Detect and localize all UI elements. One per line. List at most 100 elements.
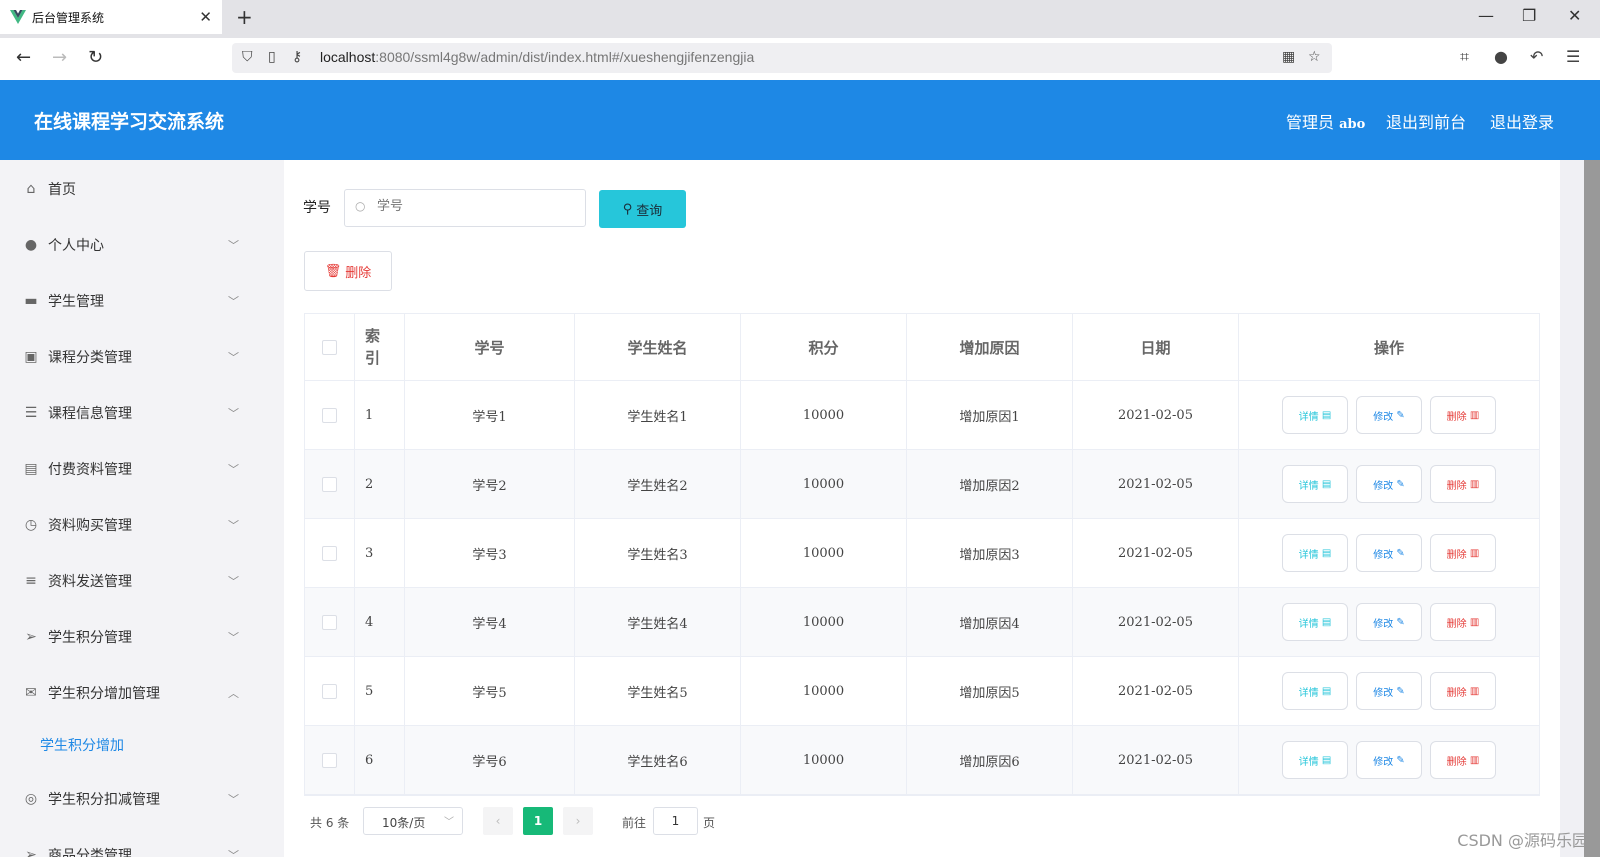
menu-icon[interactable]: ☰ [1566,47,1580,66]
cell-reason: 增加原因3 [907,519,1073,587]
goto-suffix: 页 [703,816,716,830]
sidebar-item-material-send[interactable]: ≡ 资料发送管理 ﹀ [0,556,284,606]
delete-label: 删除 [1446,687,1467,699]
header-student-no: 学号 [405,314,575,380]
table-header-row: 索引 学号 学生姓名 积分 增加原因 日期 操作 [305,314,1539,381]
edit-button[interactable]: 修改 ✎ [1356,603,1422,641]
browser-tab[interactable]: 后台管理系统 ✕ [0,0,222,34]
cell-student-no: 学号2 [405,450,575,518]
row-checkbox[interactable] [322,407,337,423]
row-checkbox-cell [305,381,355,449]
document-icon: ▤ [1321,616,1332,628]
sidebar-item-material-purchase[interactable]: ◷ 资料购买管理 ﹀ [0,500,284,550]
document-icon: ▤ [1321,478,1332,490]
page-size-select[interactable]: 10条/页 ﹀ [363,807,463,835]
next-page-button[interactable]: › [563,807,593,835]
cell-index: 1 [355,381,405,449]
detail-button[interactable]: 详情 ▤ [1282,534,1348,572]
target-icon: ◎ [24,791,38,807]
row-checkbox[interactable] [322,545,337,561]
reload-icon[interactable]: ↻ [88,47,103,68]
window-close-icon[interactable]: ✕ [1568,6,1581,25]
row-checkbox[interactable] [322,476,337,492]
detail-button[interactable]: 详情 ▤ [1282,672,1348,710]
row-delete-button[interactable]: 删除 ▥ [1430,672,1496,710]
scrollbar[interactable] [1584,160,1600,857]
pencil-icon: ✎ [1396,547,1405,559]
sidebar-item-student-points[interactable]: ➢ 学生积分管理 ﹀ [0,612,284,662]
forward-icon[interactable]: → [52,47,67,68]
cell-student-no: 学号3 [405,519,575,587]
sidebar-subitem-points-increase[interactable]: 学生积分增加 [40,735,124,755]
data-table: 索引 学号 学生姓名 积分 增加原因 日期 操作 1 学号1 学生姓名1 100… [304,313,1540,796]
detail-button[interactable]: 详情 ▤ [1282,465,1348,503]
detail-button[interactable]: 详情 ▤ [1282,741,1348,779]
row-delete-button[interactable]: 删除 ▥ [1430,396,1496,434]
edit-button[interactable]: 修改 ✎ [1356,741,1422,779]
row-checkbox-cell [305,519,355,587]
row-checkbox[interactable] [322,683,337,699]
edit-button[interactable]: 修改 ✎ [1356,672,1422,710]
search-button[interactable]: ⚲ 查询 [599,190,686,228]
sidebar-item-paid-materials[interactable]: ▤ 付费资料管理 ﹀ [0,444,284,494]
row-delete-button[interactable]: 删除 ▥ [1430,741,1496,779]
sidebar-item-course-info[interactable]: ☰ 课程信息管理 ﹀ [0,388,284,438]
delete-label: 删除 [1446,411,1467,423]
document-icon: ▤ [1321,409,1332,421]
cell-student-no: 学号4 [405,588,575,656]
minimize-icon[interactable]: — [1478,6,1494,25]
pagination-total: 共 6 条 [310,816,350,830]
edit-button[interactable]: 修改 ✎ [1356,396,1422,434]
page-number-button[interactable]: 1 [523,807,553,835]
sidebar-item-points-increase[interactable]: ✉ 学生积分增加管理 ︿ [0,668,284,718]
row-delete-button[interactable]: 删除 ▥ [1430,603,1496,641]
cell-date: 2021-02-05 [1073,726,1239,794]
detail-label: 详情 [1298,549,1319,561]
crop-icon[interactable]: ⌗ [1460,47,1469,67]
new-tab-icon[interactable]: + [236,5,253,29]
cell-student-name: 学生姓名4 [575,588,741,656]
row-delete-button[interactable]: 删除 ▥ [1430,534,1496,572]
chat-icon[interactable]: ● [1494,47,1508,66]
edit-button[interactable]: 修改 ✎ [1356,465,1422,503]
cell-student-name: 学生姓名5 [575,657,741,725]
row-checkbox[interactable] [322,614,337,630]
row-checkbox[interactable] [322,752,337,768]
sidebar-item-home[interactable]: ⌂ 首页 [0,164,284,214]
search-input-wrapper[interactable]: ○ [344,189,586,227]
cell-student-no: 学号5 [405,657,575,725]
cell-date: 2021-02-05 [1073,519,1239,587]
sidebar-item-goods-category[interactable]: ➢ 商品分类管理 ﹀ [0,830,284,857]
student-no-input[interactable] [375,198,579,215]
sidebar-item-course-category[interactable]: ▣ 课程分类管理 ﹀ [0,332,284,382]
sidebar-item-points-deduct[interactable]: ◎ 学生积分扣减管理 ﹀ [0,774,284,824]
sidebar-item-label: 课程分类管理 [48,350,132,366]
admin-name: abo [1339,117,1366,132]
detail-button[interactable]: 详情 ▤ [1282,396,1348,434]
exit-to-front-link[interactable]: 退出到前台 [1386,109,1466,133]
goto-page-input[interactable]: 1 [653,807,698,835]
qr-code-icon[interactable]: ▦ [1282,49,1295,65]
logout-link[interactable]: 退出登录 [1490,109,1554,133]
address-bar[interactable]: ⛉ ▯ ⚷ localhost:8080/ssml4g8w/admin/dist… [232,43,1332,73]
close-tab-icon[interactable]: ✕ [199,8,212,26]
prev-page-button[interactable]: ‹ [483,807,513,835]
clock-icon: ◷ [24,517,38,533]
row-delete-button[interactable]: 删除 ▥ [1430,465,1496,503]
sidebar-item-personal-center[interactable]: ● 个人中心 ﹀ [0,220,284,270]
batch-delete-button[interactable]: 🗑 删除 [304,251,392,291]
select-all-checkbox[interactable] [322,339,337,355]
undo-icon[interactable]: ↶ [1530,47,1543,66]
edit-button[interactable]: 修改 ✎ [1356,534,1422,572]
trash-icon: ▥ [1469,409,1480,421]
header-points: 积分 [741,314,907,380]
monitor-icon: ▬ [24,293,38,309]
trash-icon: ▥ [1469,685,1480,697]
restore-icon[interactable]: ❐ [1522,6,1536,25]
header-index-label: 索引 [365,327,381,367]
star-icon[interactable]: ☆ [1308,49,1321,65]
back-icon[interactable]: ← [16,47,31,68]
cell-points: 10000 [741,381,907,449]
sidebar-item-students[interactable]: ▬ 学生管理 ﹀ [0,276,284,326]
detail-button[interactable]: 详情 ▤ [1282,603,1348,641]
